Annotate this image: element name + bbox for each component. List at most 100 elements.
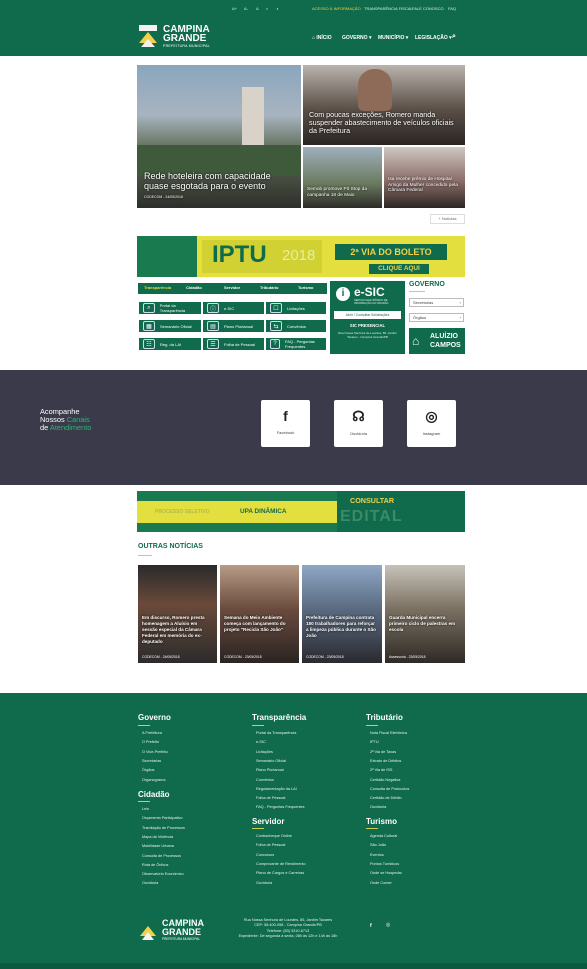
footer-link[interactable]: 2ª Via de ISS: [370, 768, 392, 772]
footer-link[interactable]: Folha de Pessoal: [256, 843, 285, 847]
service-folha-pessoal[interactable]: ☰ Folha de Pessoal: [202, 337, 265, 351]
esic-consult-button[interactable]: Abrir / Consultar Solicitações: [334, 311, 401, 319]
footer-link[interactable]: Nota Fiscal Eletrônica: [370, 731, 407, 735]
footer-link[interactable]: Comprovante de Rendimento: [256, 862, 306, 866]
footer-link[interactable]: Concursos: [256, 853, 274, 857]
faq-link[interactable]: FAQ: [448, 6, 456, 11]
footer-link[interactable]: IPTU: [370, 740, 379, 744]
transparencia-fiscal-link[interactable]: TRANSPARÊNCIA FISCAL: [364, 6, 413, 11]
footer-link[interactable]: O Prefeito: [142, 740, 159, 744]
logo-subtitle: PREFEITURA MUNICIPAL: [163, 44, 210, 48]
nav-inicio[interactable]: ⌂ INÍCIO: [312, 35, 332, 41]
tab-cidadao[interactable]: Cidadão: [186, 285, 202, 290]
news-card[interactable]: Semana do Meio Ambiente começa com lança…: [220, 565, 299, 663]
more-news-button[interactable]: + Notícias: [430, 214, 465, 224]
service-reg-lai[interactable]: ☷ Reg. da LAI: [138, 337, 202, 351]
service-faq[interactable]: ? FAQ - Perguntas Frequentes: [265, 337, 327, 351]
news-card[interactable]: Em discurso, Romero presta homenagem a A…: [138, 565, 217, 663]
contrast-button[interactable]: ◐: [266, 6, 268, 11]
tab-transparencia[interactable]: Transparência: [144, 285, 171, 290]
footer-link[interactable]: Mapa da Violência: [142, 835, 173, 839]
footer-link[interactable]: Plano Plurianual: [256, 768, 284, 772]
font-increase-button[interactable]: A+: [232, 6, 237, 11]
service-esic[interactable]: ⓘ e-SIC: [202, 301, 265, 315]
footer-link[interactable]: Observatório Econômico: [142, 872, 184, 876]
instagram-button[interactable]: ◎ Instagram: [407, 400, 456, 447]
footer-link[interactable]: Extrato de Débitos: [370, 759, 401, 763]
footer-link[interactable]: Consulta de Processos: [142, 854, 181, 858]
featured-news-3[interactable]: Semob promove Pit Stop da campanha 18 de…: [303, 147, 382, 208]
news-card[interactable]: Guarda Municipal encerra primeiro ciclo …: [385, 565, 465, 663]
footer-link[interactable]: Secretarias: [142, 759, 161, 763]
ouvidoria-button[interactable]: ☊ Ouvidoria: [334, 400, 383, 447]
footer-link[interactable]: e-SIC: [256, 740, 266, 744]
footer-link[interactable]: Organograma: [142, 778, 165, 782]
footer-link[interactable]: Leis: [142, 807, 149, 811]
service-convenios[interactable]: ⇆ Convênios: [265, 319, 327, 333]
footer-link[interactable]: Eventos: [370, 853, 384, 857]
nav-legislacao[interactable]: LEGISLAÇÃO ▾: [415, 35, 452, 41]
secretarias-select[interactable]: Secretarias ›: [409, 298, 464, 307]
font-reset-button[interactable]: A: [256, 6, 259, 11]
footer-link[interactable]: Certidão de Débito: [370, 796, 402, 800]
footer-link[interactable]: Semanário Oficial: [256, 759, 286, 763]
footer-link[interactable]: Certidão Negativa: [370, 778, 400, 782]
footer-link[interactable]: Folha de Pessoal: [256, 796, 285, 800]
aluizio-campos-banner[interactable]: ⌂ ALUÍZIO CAMPOS: [409, 328, 465, 354]
footer-link[interactable]: Rota de Ônibus: [142, 863, 168, 867]
footer-link[interactable]: Pontos Turísticos: [370, 862, 399, 866]
footer-link[interactable]: Onde Comer: [370, 881, 392, 885]
fale-conosco-link[interactable]: FALE CONOSCO: [412, 6, 444, 11]
footer-link[interactable]: Ouvidoria: [142, 881, 158, 885]
orgaos-select[interactable]: Órgãos ›: [409, 313, 464, 322]
featured-news-4[interactable]: Isa recebe prêmio de Hospital Amigo da M…: [384, 147, 465, 208]
search-icon[interactable]: ⌕: [452, 33, 456, 41]
service-licitacoes[interactable]: ☐ Licitações: [265, 301, 327, 315]
footer-link[interactable]: Plano de Cargos e Carreiras: [256, 871, 304, 875]
footer-link[interactable]: Agenda Cultural: [370, 834, 397, 838]
site-logo[interactable]: CAMPINA GRANDE PREFEITURA MUNICIPAL: [137, 23, 227, 51]
featured-news-2[interactable]: Com poucas exceções, Romero manda suspen…: [303, 65, 465, 145]
news-card[interactable]: Prefeitura de Campina contrata 180 traba…: [302, 565, 382, 663]
footer-link[interactable]: Tramitação de Processos: [142, 826, 185, 830]
footer-link[interactable]: Regulamentação da LAI: [256, 787, 297, 791]
footer-link[interactable]: Portal da Transparência: [256, 731, 296, 735]
nav-governo[interactable]: GOVERNO ▾: [342, 35, 371, 41]
footer-link[interactable]: Ouvidoria: [256, 881, 272, 885]
footer-logo[interactable]: CAMPINA GRANDE PREFEITURA MUNICIPAL: [138, 918, 228, 944]
footer-link[interactable]: Órgãos: [142, 768, 154, 772]
footer-link[interactable]: Mobilidade Urbana: [142, 844, 174, 848]
footer-instagram-icon[interactable]: ◎: [386, 922, 390, 928]
font-decrease-button[interactable]: A-: [244, 6, 248, 11]
footer-link[interactable]: Contracheque Online: [256, 834, 292, 838]
iptu-banner[interactable]: IPTU 2018 2ª VIA DO BOLETO CLIQUE AQUI: [137, 236, 465, 277]
service-portal-transparencia[interactable]: ⌕ Portal da Transparência: [138, 301, 202, 315]
service-plano-plurianual[interactable]: ▤ Plano Plurianual: [202, 319, 265, 333]
featured-news-main[interactable]: Rede hoteleira com capacidade quase esgo…: [137, 65, 301, 208]
footer-link[interactable]: Onde se Hospedar: [370, 871, 402, 875]
facebook-button[interactable]: f Facebook: [261, 400, 310, 447]
service-semanario[interactable]: ▦ Semanário Oficial: [138, 319, 202, 333]
tab-tributario[interactable]: Tributário: [260, 285, 278, 290]
footer-link[interactable]: Orçamento Participativo: [142, 816, 183, 820]
footer-link[interactable]: Consulta de Protocolos: [370, 787, 409, 791]
footer-link[interactable]: Convênios: [256, 778, 274, 782]
tab-servidor[interactable]: Servidor: [224, 285, 240, 290]
footer-link[interactable]: O Vice-Prefeito: [142, 750, 168, 754]
acesso-informacao-link[interactable]: ACESSO À INFORMAÇÃO: [312, 6, 361, 11]
processo-seletivo-banner[interactable]: PROCESSO SELETIVO UPA DINÂMICA CONSULTAR…: [137, 491, 465, 532]
footer-link[interactable]: FAQ - Perguntas Frequentes: [256, 805, 305, 809]
footer-link[interactable]: São João: [370, 843, 386, 847]
footer-facebook-icon[interactable]: f: [370, 923, 372, 929]
tab-turismo[interactable]: Turismo: [298, 285, 313, 290]
instagram-icon: ◎: [425, 408, 438, 424]
footer-link[interactable]: 2ª Via de Taxas: [370, 750, 396, 754]
clique-aqui-button[interactable]: CLIQUE AQUI: [369, 264, 429, 274]
footer-link[interactable]: A Prefeitura: [142, 731, 162, 735]
service-label: Portal da Transparência: [159, 303, 186, 313]
footer-link[interactable]: Ouvidoria: [370, 805, 386, 809]
contrast-alt-button[interactable]: ◑: [276, 6, 278, 11]
footer-link[interactable]: Licitações: [256, 750, 273, 754]
nav-municipio[interactable]: MUNICÍPIO ▾: [378, 35, 408, 41]
footer-logo-sub: PREFEITURA MUNICIPAL: [162, 937, 201, 941]
